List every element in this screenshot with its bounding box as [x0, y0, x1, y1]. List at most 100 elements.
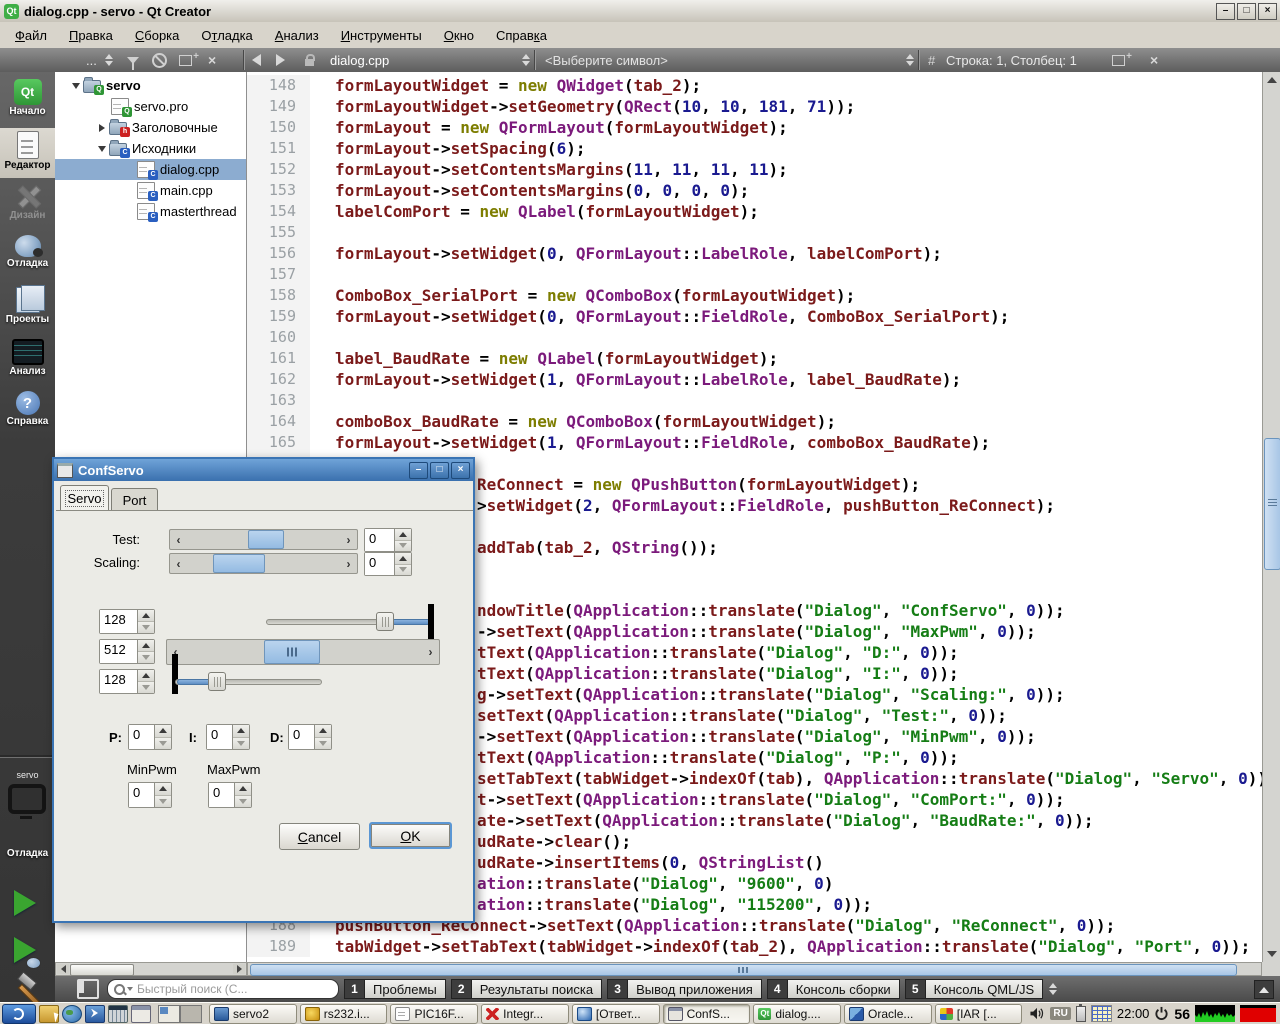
spin-up-icon[interactable]	[155, 725, 171, 737]
spin-up-icon[interactable]	[395, 529, 411, 540]
scroll-down-icon[interactable]	[1265, 948, 1278, 960]
spin-up-icon[interactable]	[315, 725, 331, 737]
code-text[interactable]	[310, 264, 1262, 285]
tree-item-servo[interactable]: Qservo	[55, 75, 246, 96]
slider-handle[interactable]	[208, 672, 226, 691]
maximize-icon[interactable]: □	[1237, 3, 1256, 20]
menu-Правка[interactable]: Правка	[58, 25, 124, 46]
code-line[interactable]: 159formLayout->setWidget(0, QFormLayout:…	[247, 306, 1262, 327]
menu-Окно[interactable]: Окно	[433, 25, 485, 46]
task-button-dialog....[interactable]: Qtdialog....	[753, 1004, 841, 1024]
spin-up-icon[interactable]	[138, 640, 154, 651]
scroll-up-icon[interactable]	[1265, 74, 1278, 86]
split-editor-icon[interactable]	[1112, 48, 1125, 72]
task-button-PIC16F...[interactable]: PIC16F...	[390, 1004, 478, 1024]
scroll-right-icon[interactable]: ›	[422, 640, 439, 664]
code-line[interactable]: 149formLayoutWidget->setGeometry(QRect(1…	[247, 96, 1262, 117]
p-spinbox[interactable]: 0	[128, 724, 172, 750]
d-spinbox[interactable]: 0	[288, 724, 332, 750]
toggle-sidebar-icon[interactable]	[77, 979, 99, 999]
code-text[interactable]: formLayout->setContentsMargins(11, 11, 1…	[310, 159, 1262, 180]
browser-icon[interactable]	[62, 1005, 82, 1023]
code-line[interactable]: 152formLayout->setContentsMargins(11, 11…	[247, 159, 1262, 180]
minimize-icon[interactable]: –	[1216, 3, 1235, 20]
task-button-Oracle...[interactable]: Oracle...	[844, 1004, 932, 1024]
scroll-left-icon[interactable]: ‹	[170, 554, 187, 573]
editor-hscrollbar[interactable]	[247, 962, 1262, 976]
system-monitor[interactable]	[1240, 1005, 1276, 1022]
scroll-right-icon[interactable]	[233, 964, 245, 974]
spin-down-icon[interactable]	[315, 737, 331, 750]
position-spinbox[interactable]: 512	[99, 639, 155, 664]
symbol-combo-arrows-icon[interactable]	[898, 48, 914, 72]
split-pane-icon[interactable]	[179, 48, 192, 72]
tab-port[interactable]: Port	[111, 488, 158, 511]
spin-up-icon[interactable]	[138, 610, 154, 621]
menu-Инструменты[interactable]: Инструменты	[330, 25, 433, 46]
desktop-2[interactable]	[180, 1005, 202, 1023]
panel-button-Консоль сборки[interactable]: 4Консоль сборки	[767, 979, 900, 999]
code-line[interactable]: 157	[247, 264, 1262, 285]
expand-open-icon[interactable]	[69, 83, 83, 89]
scaling-spinbox[interactable]: 0	[364, 552, 412, 576]
spin-down-icon[interactable]	[138, 621, 154, 633]
code-text[interactable]: formLayout->setWidget(0, QFormLayout::La…	[310, 243, 1262, 264]
network-monitor[interactable]	[1195, 1005, 1235, 1022]
clock[interactable]: 22:00	[1117, 1006, 1150, 1021]
spin-down-icon[interactable]	[395, 564, 411, 576]
scroll-right-icon[interactable]: ›	[340, 530, 357, 549]
calendar-icon[interactable]	[1091, 1005, 1112, 1022]
sync-toggle-icon[interactable]	[152, 48, 167, 72]
code-text[interactable]: formLayout->setContentsMargins(0, 0, 0, …	[310, 180, 1262, 201]
test-spinbox[interactable]: 0	[364, 528, 412, 552]
expand-open-icon[interactable]	[95, 146, 109, 152]
run-button[interactable]	[14, 890, 36, 916]
code-line[interactable]: 158ComboBox_SerialPort = new QComboBox(f…	[247, 285, 1262, 306]
spin-down-icon[interactable]	[235, 795, 251, 808]
open-file-combo[interactable]: dialog.cpp	[330, 48, 389, 72]
sidebar-mode-Анализ[interactable]: Анализ	[0, 336, 55, 386]
filter-icon[interactable]	[127, 48, 139, 72]
sidebar-mode-Начало[interactable]: QtНачало	[0, 76, 55, 126]
code-text[interactable]: label_BaudRate = new QLabel(formLayoutWi…	[310, 348, 1262, 369]
maxpwm-spinbox[interactable]: 0	[208, 782, 252, 808]
tree-item-dialog.cpp[interactable]: Cdialog.cpp	[55, 159, 246, 180]
spin-down-icon[interactable]	[138, 681, 154, 693]
task-button-Integr...[interactable]: Integr...	[481, 1004, 569, 1024]
code-line[interactable]: 150formLayout = new QFormLayout(formLayo…	[247, 117, 1262, 138]
scrollbar-thumb[interactable]	[70, 964, 134, 976]
dialog-title-bar[interactable]: ConfServo – □ ×	[54, 459, 473, 481]
task-button-servo2[interactable]: servo2	[209, 1004, 297, 1024]
tree-item-masterthread[interactable]: Cmasterthread	[55, 201, 246, 222]
scaling-scrollbar[interactable]: ‹ ›	[169, 553, 358, 574]
position-scrollbar[interactable]: ‹ ›	[166, 639, 440, 665]
scroll-right-icon[interactable]: ›	[340, 554, 357, 573]
panel-selector-arrows-icon[interactable]	[1049, 983, 1057, 995]
spin-down-icon[interactable]	[233, 737, 249, 750]
desktop-1[interactable]	[158, 1005, 180, 1023]
code-line[interactable]: 151formLayout->setSpacing(6);	[247, 138, 1262, 159]
code-line[interactable]: 153formLayout->setContentsMargins(0, 0, …	[247, 180, 1262, 201]
spin-down-icon[interactable]	[155, 795, 171, 808]
spin-down-icon[interactable]	[138, 651, 154, 663]
code-text[interactable]: formLayout->setSpacing(6);	[310, 138, 1262, 159]
code-text[interactable]	[310, 327, 1262, 348]
pane-selector[interactable]: ...	[86, 48, 113, 72]
desktop-pager[interactable]	[158, 1005, 202, 1023]
file-manager-icon[interactable]	[39, 1005, 59, 1023]
dialog-minimize-icon[interactable]: –	[409, 462, 428, 479]
menu-Файл[interactable]: Файл	[4, 25, 58, 46]
code-line[interactable]: 163	[247, 390, 1262, 411]
file-combo-arrows-icon[interactable]	[514, 48, 530, 72]
dialog-close-icon[interactable]: ×	[451, 462, 470, 479]
spin-up-icon[interactable]	[155, 783, 171, 795]
spin-up-icon[interactable]	[395, 553, 411, 564]
code-text[interactable]: formLayout->setWidget(0, QFormLayout::Fi…	[310, 306, 1262, 327]
slider-handle[interactable]	[376, 612, 394, 631]
code-text[interactable]	[310, 222, 1262, 243]
code-text[interactable]: tabWidget->setTabText(tabWidget->indexOf…	[310, 936, 1262, 957]
sidebar-mode-Отладка[interactable]: Отладка	[0, 232, 55, 282]
code-line[interactable]: 161label_BaudRate = new QLabel(formLayou…	[247, 348, 1262, 369]
volume-icon[interactable]	[1029, 1006, 1045, 1021]
i-spinbox[interactable]: 0	[206, 724, 250, 750]
